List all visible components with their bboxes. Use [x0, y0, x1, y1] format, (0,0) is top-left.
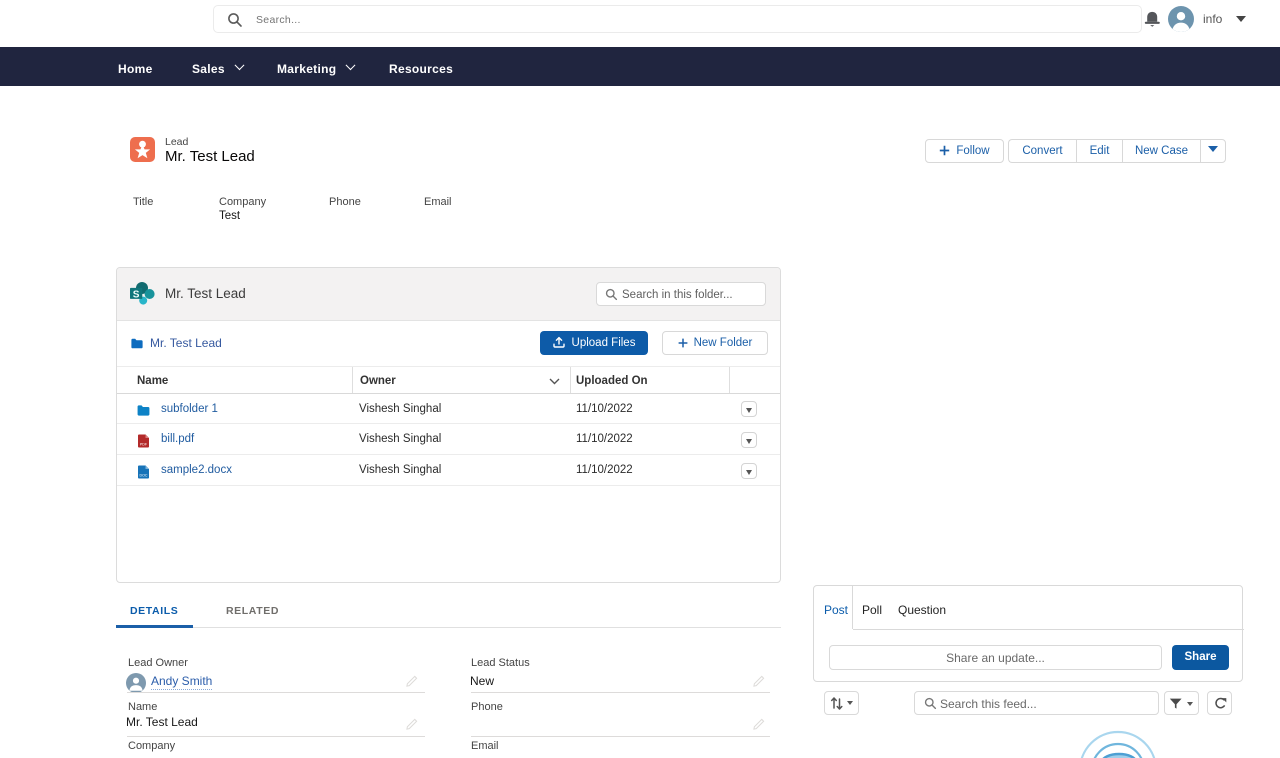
svg-text:PDF: PDF: [140, 443, 148, 447]
svg-text:S: S: [133, 290, 140, 301]
svg-text:DOC: DOC: [140, 474, 148, 478]
